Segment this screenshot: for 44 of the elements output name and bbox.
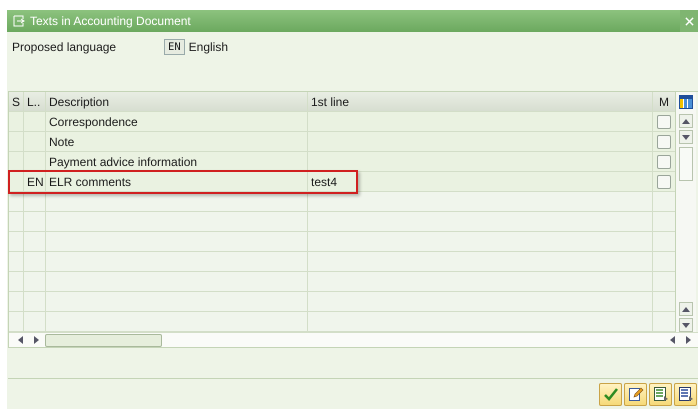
left-arrow-icon <box>18 336 22 344</box>
column-header[interactable]: L.. <box>24 92 46 111</box>
column-header[interactable]: S <box>9 92 24 111</box>
table-cell: Payment advice information <box>46 152 308 171</box>
table-cell: test4 <box>308 172 653 191</box>
scroll-up-button[interactable] <box>679 302 693 316</box>
down-arrow-icon <box>682 322 690 328</box>
scroll-thumb[interactable] <box>679 147 693 181</box>
scroll-up-button[interactable] <box>679 114 693 128</box>
up-arrow-icon <box>682 118 690 124</box>
column-header[interactable]: M <box>653 92 675 111</box>
column-header[interactable]: Description <box>46 92 308 111</box>
window-icon <box>13 15 25 27</box>
scroll-thumb[interactable] <box>45 334 162 346</box>
window-title: Texts in Accounting Document <box>30 14 191 28</box>
document-icon <box>678 386 694 402</box>
scroll-down-button[interactable] <box>679 130 693 144</box>
language-code-field[interactable]: EN <box>164 39 185 55</box>
pencil-icon <box>628 386 644 402</box>
checkbox[interactable] <box>657 134 671 148</box>
confirm-button[interactable] <box>599 382 622 406</box>
right-arrow-icon <box>686 336 690 344</box>
column-header[interactable]: 1st line <box>308 92 653 111</box>
up-arrow-icon <box>682 306 690 312</box>
edit-button[interactable] <box>624 382 647 406</box>
checkbox[interactable] <box>657 114 671 128</box>
table-cell: Note <box>46 132 308 151</box>
document-icon <box>652 386 668 402</box>
language-name: English <box>188 40 228 54</box>
text-details-button[interactable] <box>674 382 697 406</box>
table-cell: EN <box>24 172 46 191</box>
table-cell: Correspondence <box>46 112 308 131</box>
right-arrow-icon <box>34 336 38 344</box>
checkmark-icon <box>602 386 618 402</box>
field-label: Proposed language <box>12 40 118 54</box>
left-arrow-icon <box>670 336 674 344</box>
down-arrow-icon <box>682 134 690 140</box>
table-cell: ELR comments <box>46 172 308 191</box>
scroll-down-button[interactable] <box>679 318 693 332</box>
close-icon <box>684 16 694 26</box>
checkbox[interactable] <box>657 154 671 168</box>
text-details-button[interactable] <box>649 382 672 406</box>
checkbox[interactable] <box>657 174 671 188</box>
column-layout-icon[interactable] <box>679 95 693 109</box>
